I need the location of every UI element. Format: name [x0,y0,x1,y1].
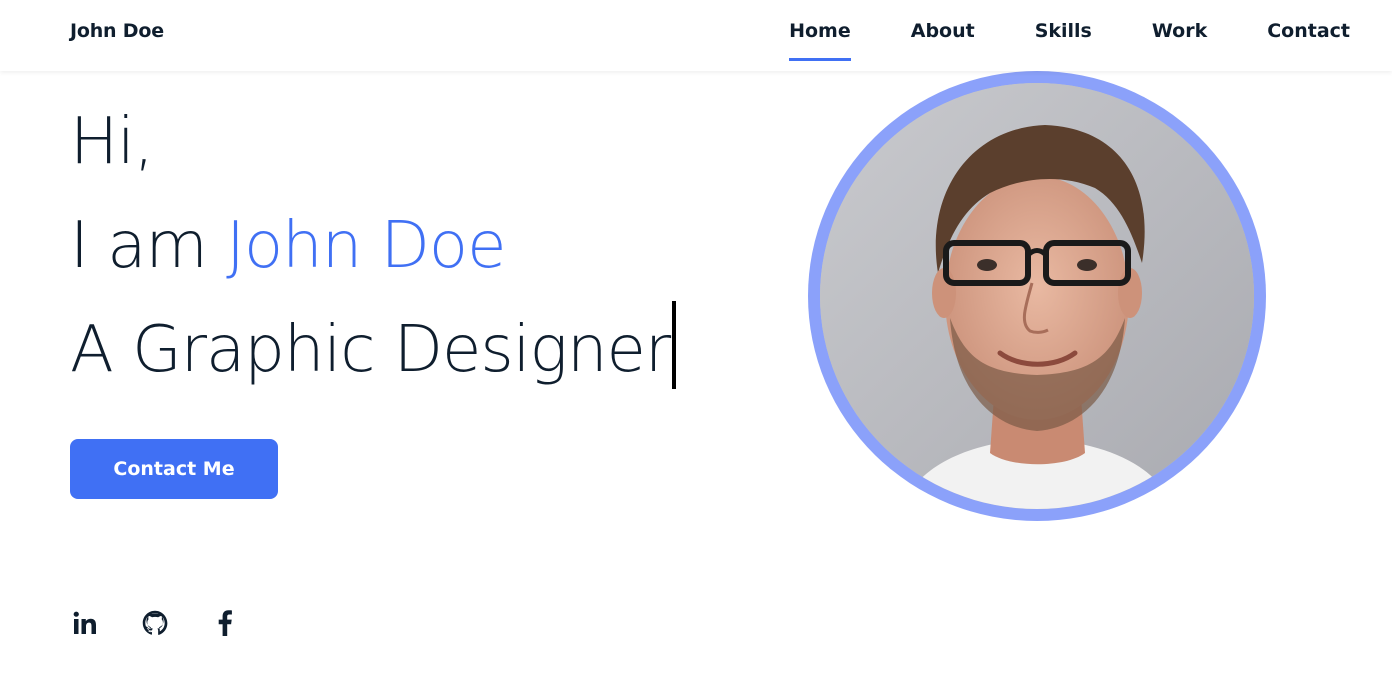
hero-role: A Graphic Designer [70,313,671,387]
header: John Doe Home About Skills Work Contact [0,0,1392,71]
main-nav: Home About Skills Work Contact [729,20,1350,61]
typing-cursor [672,301,677,389]
hero-role-line: A Graphic Designer [70,298,750,402]
nav-item-home[interactable]: Home [789,20,851,61]
nav-item-contact[interactable]: Contact [1267,20,1350,52]
linkedin-icon[interactable] [70,608,100,638]
nav-item-about[interactable]: About [911,20,975,52]
hero-name: John Doe [226,209,506,283]
profile-photo-frame [808,71,1266,521]
profile-photo [820,83,1254,509]
hero-text: Hi, I am John Doe A Graphic Designer [70,90,750,402]
github-icon[interactable] [140,608,170,638]
contact-me-button[interactable]: Contact Me [70,439,278,499]
nav-item-work[interactable]: Work [1152,20,1207,52]
hero-greeting: Hi, [70,105,154,179]
social-links [70,608,280,638]
hero-intro-prefix: I am [70,209,227,283]
nav-item-skills[interactable]: Skills [1035,20,1092,52]
hero-intro: I am John Doe [70,194,750,298]
facebook-icon[interactable] [210,608,240,638]
logo[interactable]: John Doe [70,20,164,42]
